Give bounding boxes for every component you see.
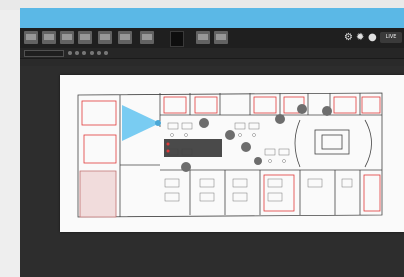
pan-tool-button[interactable] — [42, 31, 56, 44]
sensor-cone — [122, 105, 160, 141]
device-tooltip — [164, 139, 222, 157]
fit-icon[interactable] — [82, 51, 86, 55]
device-marker — [225, 130, 235, 140]
title-bar — [20, 8, 404, 28]
print-button[interactable] — [214, 31, 228, 44]
lightbulb-icon[interactable]: ✹ — [356, 32, 364, 44]
device-marker — [254, 157, 262, 165]
export-tool-button[interactable] — [78, 31, 92, 44]
status-area: ⚙ ✹ ● LIVE — [342, 28, 404, 48]
device-marker — [241, 142, 251, 152]
device-markers — [181, 104, 332, 172]
device-marker — [275, 114, 285, 124]
zoom-out-icon[interactable] — [68, 51, 72, 55]
layers-icon[interactable] — [90, 51, 94, 55]
select-tool-button[interactable] — [24, 31, 38, 44]
main-toolbar: ⚙ ✹ ● LIVE — [20, 28, 404, 49]
restricted-area — [79, 170, 117, 218]
grid-icon[interactable] — [97, 51, 101, 55]
floorplan-app: ⚙ ✹ ● LIVE — [20, 28, 404, 277]
sub-toolbar — [20, 48, 404, 59]
device-marker — [297, 104, 307, 114]
user-icon[interactable]: ● — [368, 32, 377, 44]
left-gutter — [0, 28, 20, 277]
color-swatch[interactable] — [170, 31, 184, 47]
save-button[interactable] — [196, 31, 210, 44]
import-tool-button[interactable] — [60, 31, 74, 44]
sensor-icon — [155, 120, 161, 126]
device-marker — [322, 106, 332, 116]
floorplan-drawing — [77, 92, 383, 218]
gear-icon[interactable]: ⚙ — [344, 32, 353, 44]
project-select[interactable] — [24, 50, 64, 57]
zoom-in-icon[interactable] — [75, 51, 79, 55]
door-tool-button[interactable] — [140, 31, 154, 44]
device-marker — [181, 162, 191, 172]
device-marker — [199, 118, 209, 128]
floorplan-sheet[interactable] — [60, 75, 404, 232]
status-badge[interactable]: LIVE — [380, 32, 402, 43]
area-tool-button[interactable] — [118, 31, 132, 44]
settings-icon[interactable] — [104, 51, 108, 55]
wall-tool-button[interactable] — [98, 31, 112, 44]
